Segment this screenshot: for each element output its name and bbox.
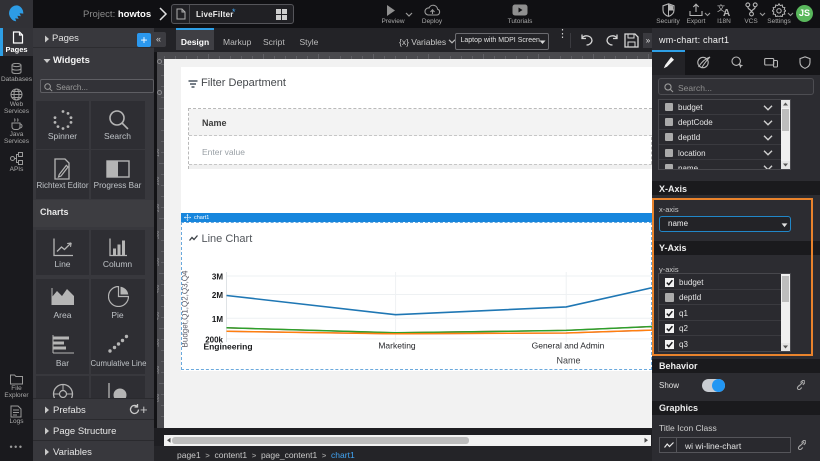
svg-text:Marketing: Marketing: [378, 340, 416, 350]
svg-text:3M: 3M: [212, 272, 223, 281]
svg-text:General and Admin: General and Admin: [532, 340, 605, 350]
svg-text:Engineering: Engineering: [203, 341, 252, 351]
svg-text:1M: 1M: [212, 314, 223, 323]
svg-text:450: 450: [157, 311, 161, 320]
svg-text:Budget,Q1,Q2,Q3,Q4: Budget,Q1,Q2,Q3,Q4: [182, 269, 190, 346]
svg-text:250: 250: [157, 203, 161, 212]
svg-text:500: 500: [157, 338, 161, 347]
svg-text:Name: Name: [556, 355, 580, 365]
svg-text:350: 350: [157, 257, 161, 266]
svg-text:600: 600: [157, 393, 161, 402]
svg-text:400: 400: [157, 284, 161, 293]
svg-text:300: 300: [157, 230, 161, 239]
svg-text:150: 150: [157, 148, 161, 157]
svg-text:A: A: [723, 8, 730, 17]
svg-text:2M: 2M: [212, 291, 223, 300]
svg-text:550: 550: [157, 365, 161, 374]
svg-text:200: 200: [157, 176, 161, 185]
